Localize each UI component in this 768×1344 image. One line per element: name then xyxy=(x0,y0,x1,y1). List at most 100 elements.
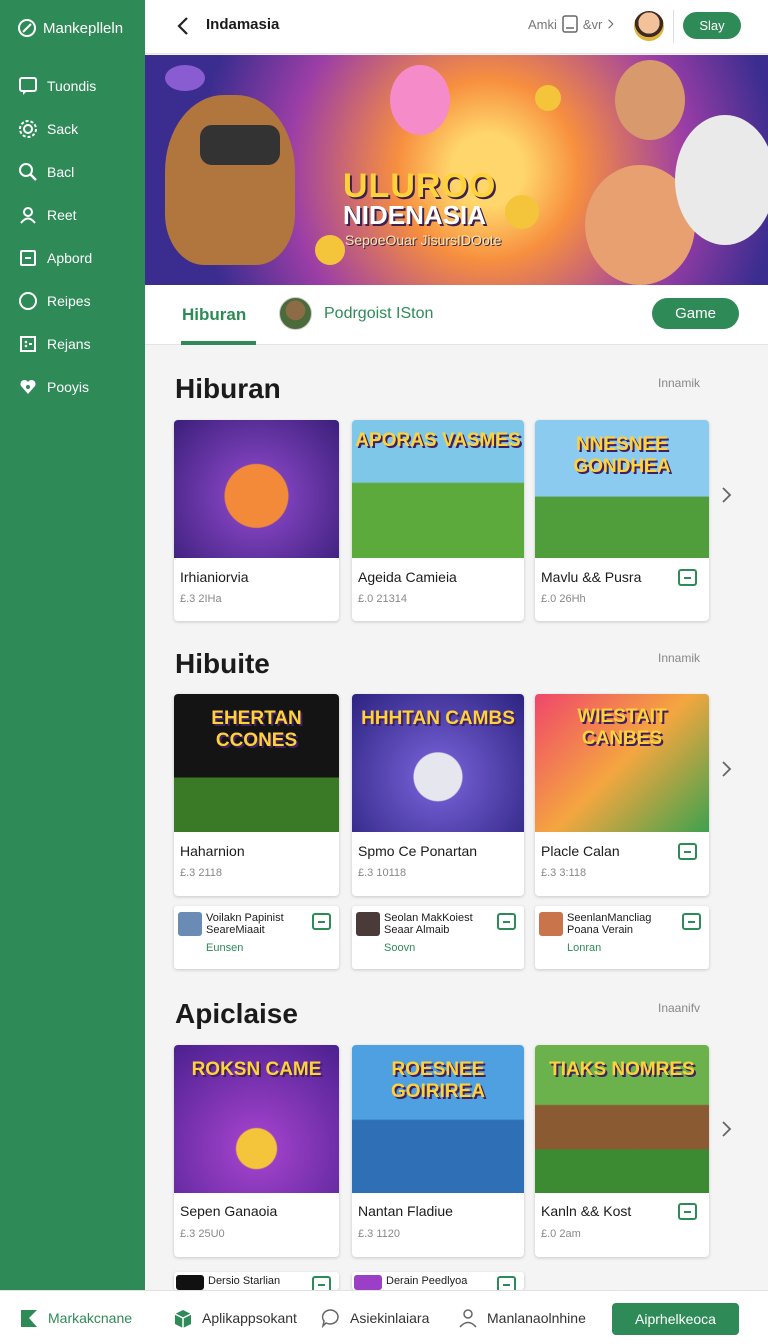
sidebar-item-label: Reipes xyxy=(47,292,91,309)
list-item-title: Voilakn Papinist SeareMiaait xyxy=(206,912,284,936)
bottom-nav-aplikappsokant[interactable]: Aplikappsokant xyxy=(172,1291,297,1344)
chevron-right-icon[interactable] xyxy=(720,486,734,504)
sidebar-brand-label: Mankeplleln xyxy=(43,19,124,37)
top-actions[interactable]: Amki &vr xyxy=(528,14,617,34)
chat-bubble-icon xyxy=(321,1309,339,1329)
game-card[interactable]: NNESNEE GONDHEA Mavlu && Pusra £.0 26Hh xyxy=(535,420,709,621)
page-title: Indamasia xyxy=(206,16,280,33)
add-button[interactable] xyxy=(682,913,701,930)
game-card[interactable]: WIESTAIT CANBES Placle Calan £.3 3:118 xyxy=(535,694,709,896)
add-button[interactable] xyxy=(497,1276,516,1290)
section-title: Hiburan xyxy=(175,373,281,404)
add-button[interactable] xyxy=(678,569,697,586)
tab-podrgoist[interactable]: Podrgoist ISton xyxy=(324,305,433,323)
sidebar-item-label: Bacl xyxy=(47,163,75,180)
circle-icon xyxy=(19,291,37,310)
sidebar-item-label: Apbord xyxy=(47,249,93,266)
thumbnail-title: NNESNEE GONDHEA xyxy=(573,434,671,477)
game-card[interactable]: EHERTAN CCONES Haharnion £.3 2118 xyxy=(174,694,339,896)
game-meta: £.0 2am xyxy=(541,1228,581,1240)
slay-button[interactable]: Slay xyxy=(683,12,741,39)
sidebar-item-label: Sack xyxy=(47,120,79,137)
bottom-nav-label: Markakcnane xyxy=(48,1310,133,1326)
user-icon xyxy=(20,206,36,224)
tab-bar: Hiburan Podrgoist ISton Game xyxy=(145,285,768,345)
bottom-nav-markakcnane[interactable]: Markakcnane xyxy=(18,1291,132,1344)
game-meta: £.3 25U0 xyxy=(180,1228,225,1240)
avatar[interactable] xyxy=(634,11,664,41)
sidebar-item-reipes[interactable]: Reipes xyxy=(0,279,145,322)
chevron-right-icon[interactable] xyxy=(720,760,734,778)
game-meta: £.3 10118 xyxy=(358,867,407,879)
avatar xyxy=(178,912,202,936)
game-card[interactable]: HHHTAN CAMBS Spmo Ce Ponartan £.3 10118 xyxy=(352,694,524,896)
game-card[interactable]: ROESNEE GOIRIREA Nantan Fladiue £.3 1120 xyxy=(352,1045,524,1257)
thumbnail-title: APORAS VASMES xyxy=(355,430,521,451)
sidebar: Mankeplleln Tuondis Sack Bacl Reet Apbor… xyxy=(0,0,145,1290)
game-card[interactable]: Irhianiorvia £.3 2IHa xyxy=(174,420,339,621)
game-thumbnail: WIESTAIT CANBES xyxy=(535,694,709,832)
banner-chip xyxy=(165,65,205,91)
chevron-right-icon[interactable] xyxy=(720,1120,734,1138)
list-item[interactable]: SeenlanMancliag Poana Verain Lonran xyxy=(535,906,709,969)
game-name: Ageida Camieia xyxy=(358,569,457,585)
square-icon xyxy=(20,249,36,266)
sidebar-item-rejans[interactable]: Rejans xyxy=(0,322,145,365)
compass-icon xyxy=(18,19,36,37)
game-meta: £.3 2118 xyxy=(180,867,223,879)
game-meta: £.3 3:118 xyxy=(541,867,587,879)
gear-icon xyxy=(19,119,37,138)
game-thumbnail: HHHTAN CAMBS xyxy=(352,694,524,832)
game-thumbnail: ROESNEE GOIRIREA xyxy=(352,1045,524,1193)
thumbnail-title: HHHTAN CAMBS xyxy=(361,708,515,729)
game-thumbnail: EHERTAN CCONES xyxy=(174,694,339,832)
bottom-nav-manlanaolnhine[interactable]: Manlanaolnhine xyxy=(457,1291,586,1344)
section-title: Apiclaise xyxy=(175,998,298,1029)
game-thumbnail: NNESNEE GONDHEA xyxy=(535,420,709,558)
game-card[interactable]: TIAKS NOMRES Kanln && Kost £.0 2am xyxy=(535,1045,709,1257)
game-name: Nantan Fladiue xyxy=(358,1203,453,1219)
primary-action-button[interactable]: Aiprhelkeoca xyxy=(612,1303,739,1335)
list-item[interactable]: Seolan MakKoiest Seaar Almaib Soovn xyxy=(352,906,524,969)
heart-icon xyxy=(20,379,36,394)
bottom-bar: Markakcnane Aplikappsokant Asiekinlaiara… xyxy=(0,1290,768,1344)
sidebar-brand[interactable]: Mankeplleln xyxy=(0,0,145,56)
list-item-title: SeenlanMancliag Poana Verain xyxy=(567,912,652,936)
game-card[interactable]: APORAS VASMES Ageida Camieia £.0 21314 xyxy=(352,420,524,621)
avatar[interactable] xyxy=(279,297,312,330)
list-item[interactable]: Dersio Starlian xyxy=(174,1272,339,1290)
tab-hiburan[interactable]: Hiburan xyxy=(182,305,246,325)
sidebar-item-apbord[interactable]: Apbord xyxy=(0,236,145,279)
thumbnail-title: EHERTAN CCONES xyxy=(211,708,302,751)
game-thumbnail: TIAKS NOMRES xyxy=(535,1045,709,1193)
add-button[interactable] xyxy=(312,1276,331,1290)
back-arrow-icon[interactable] xyxy=(175,16,191,36)
list-item-title: Dersio Starlian xyxy=(208,1275,281,1287)
sidebar-item-bacl[interactable]: Bacl xyxy=(0,150,145,193)
add-button[interactable] xyxy=(678,1203,697,1220)
game-thumbnail xyxy=(174,420,339,558)
game-button[interactable]: Game xyxy=(652,298,739,329)
game-thumbnail: ROKSN CAME xyxy=(174,1045,339,1193)
sidebar-item-tuondis[interactable]: Tuondis xyxy=(0,64,145,107)
sidebar-item-sack[interactable]: Sack xyxy=(0,107,145,150)
banner-title-2: NIDENASIA xyxy=(343,200,487,230)
banner-goggles xyxy=(200,125,280,165)
chat-icon xyxy=(19,76,37,95)
add-button[interactable] xyxy=(497,913,516,930)
banner-boy xyxy=(615,60,685,140)
thumbnail-title: TIAKS NOMRES xyxy=(549,1059,695,1080)
hero-banner[interactable]: ULUROO NIDENASIA SepoeOuar JisursIDOote xyxy=(145,55,768,285)
list-item[interactable]: Derain Peedlyoa xyxy=(352,1272,524,1290)
tab-underline xyxy=(181,341,256,345)
section-more-link[interactable]: Inaanifv xyxy=(658,1001,700,1015)
section-more-link[interactable]: Innamik xyxy=(658,376,700,390)
sidebar-item-reet[interactable]: Reet xyxy=(0,193,145,236)
add-button[interactable] xyxy=(312,913,331,930)
add-button[interactable] xyxy=(678,843,697,860)
sidebar-item-pooyis[interactable]: Pooyis xyxy=(0,365,145,408)
list-item[interactable]: Voilakn Papinist SeareMiaait Eunsen xyxy=(174,906,339,969)
section-more-link[interactable]: Innamik xyxy=(658,651,700,665)
game-card[interactable]: ROKSN CAME Sepen Ganaoia £.3 25U0 xyxy=(174,1045,339,1257)
bottom-nav-asiekinlaiara[interactable]: Asiekinlaiara xyxy=(320,1291,429,1344)
